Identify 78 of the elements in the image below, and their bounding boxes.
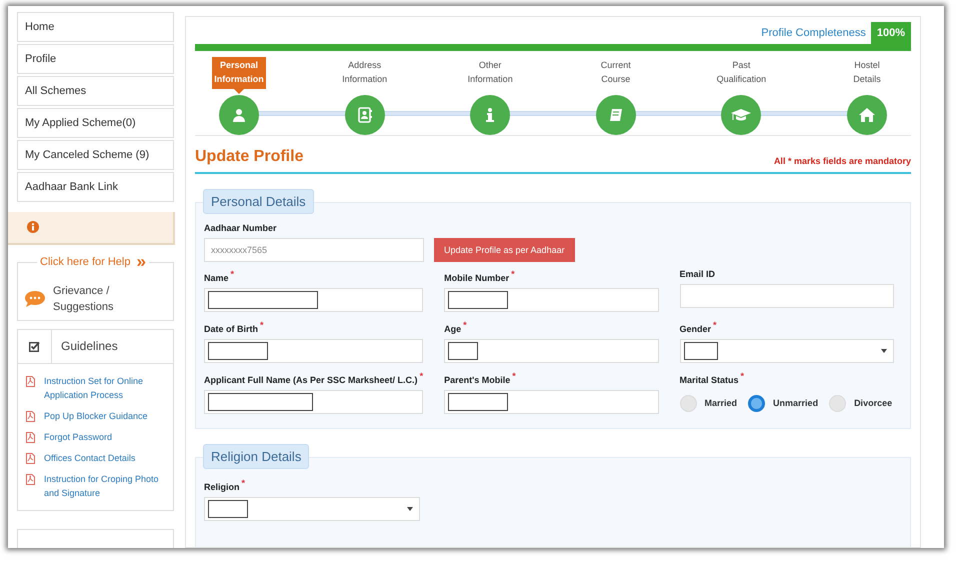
pdf-icon [26,411,35,422]
required-mark: * [740,371,744,381]
required-mark: * [260,320,264,330]
step-label[interactable]: Address Information [340,57,390,89]
info-icon [27,221,39,234]
checkbox-icon [29,341,40,352]
aadhaar-field[interactable]: xxxxxxxx7565 [204,238,424,262]
required-mark: * [420,371,424,381]
completeness-value: 100% [870,22,911,44]
redaction-box [684,342,718,360]
info-icon [486,108,494,122]
field-label: Email ID [680,269,716,279]
house-icon [858,108,875,122]
step-label[interactable]: Other Information [466,57,515,89]
text-field[interactable] [204,288,424,312]
text-field[interactable] [444,390,659,414]
step-label[interactable]: Current Course [598,57,633,89]
redaction-box [208,342,268,360]
step-button[interactable] [219,95,259,135]
guideline-link[interactable]: Forgot Password [44,430,112,444]
sidebar-item[interactable]: Home [17,12,174,42]
update-aadhaar-button[interactable]: Update Profile as per Aadhaar [434,238,575,262]
graduation-cap-icon [731,108,752,122]
redaction-box [448,291,508,309]
step-button[interactable] [721,95,762,135]
user-icon [232,108,246,122]
pdf-icon [26,453,35,464]
required-mark: * [713,320,717,330]
required-mark: * [463,320,467,330]
redaction-box [448,393,508,411]
field-label: Aadhaar Number [204,223,278,233]
step-button[interactable] [846,95,887,135]
text-field[interactable] [204,390,424,414]
redaction-box [208,500,248,518]
pdf-icon [26,474,35,486]
select-field[interactable] [204,497,420,521]
address-book-icon [358,107,372,123]
guideline-link[interactable]: Pop Up Blocker Guidance [44,409,148,424]
page-title: Update Profile [195,148,304,166]
redaction-box [448,342,478,360]
guidelines-title: Guidelines [60,338,118,356]
completeness-label: Profile Completeness [761,27,867,39]
step-label[interactable]: Hostel Details [851,57,883,89]
radio-button[interactable] [748,394,766,412]
required-mark: * [242,478,246,488]
guideline-link[interactable]: Instruction Set for Online Application Process [44,374,167,402]
text-field[interactable] [444,339,659,363]
guideline-link[interactable]: Instruction for Croping Photo and Signature [44,472,167,500]
caret-icon [881,349,887,353]
required-mark: * [512,371,516,381]
caret-icon [407,507,413,511]
guideline-link[interactable]: Offices Contact Details [44,451,136,466]
text-field[interactable] [444,288,659,312]
select-field[interactable] [680,339,894,363]
step-button[interactable] [596,95,636,135]
mandatory-note: All * marks fields are mandatory [774,156,911,166]
required-mark: * [511,269,515,279]
sidebar-item[interactable]: My Canceled Scheme (9) [17,140,174,170]
step-label[interactable]: Past Qualification [714,57,768,89]
grievance-link[interactable]: Grievance / Suggestions [53,282,133,315]
section-heading: Religion Details [203,444,310,469]
chat-bubble-icon [25,290,45,307]
step-button[interactable] [344,95,385,135]
text-field[interactable] [680,284,894,308]
pdf-icon [26,376,35,388]
required-mark: * [230,269,234,279]
radio-option[interactable]: Unmarried [748,394,818,412]
section-heading: Personal Details [203,189,314,214]
radio-option[interactable]: Married [680,394,738,412]
sidebar-item[interactable]: Profile [17,44,174,74]
sidebar-item[interactable]: My Applied Scheme(0) [17,108,174,138]
radio-option[interactable]: Divorcee [829,394,892,412]
sidebar-item[interactable]: Aadhaar Bank Link [17,172,174,202]
pdf-icon [26,432,35,444]
step-button[interactable] [470,95,510,135]
text-field[interactable] [204,339,424,363]
sidebar-item[interactable]: All Schemes [17,76,174,106]
book-icon [608,108,623,122]
